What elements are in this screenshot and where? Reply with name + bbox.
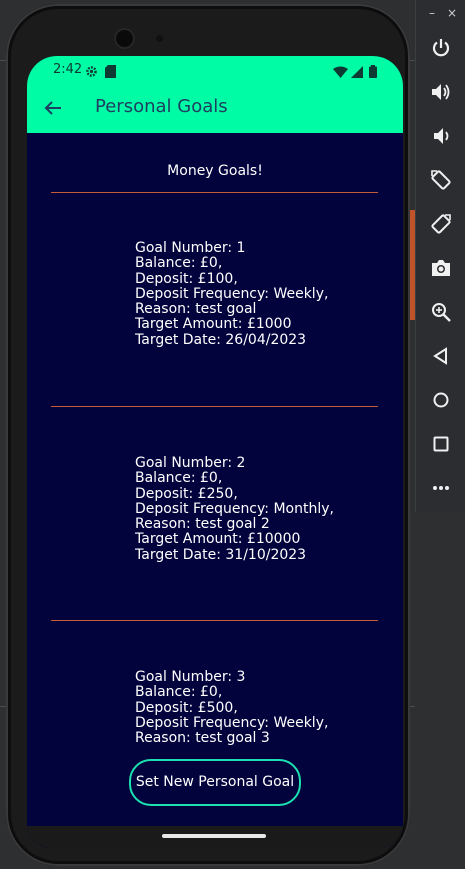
back-icon[interactable] xyxy=(430,345,452,367)
settings-gear-icon xyxy=(85,63,98,82)
gesture-nav-bar xyxy=(27,826,403,848)
goal-reason: Reason: test goal 2 xyxy=(135,516,270,533)
overview-icon[interactable] xyxy=(430,433,452,455)
phone-screen: 2:42 Personal Goals Money Goals! Goal Nu… xyxy=(27,56,403,848)
goal-reason: Reason: test goal 3 xyxy=(135,730,270,747)
goals-list[interactable]: Money Goals! Goal Number: 1 Balance: £0,… xyxy=(27,133,403,848)
volume-up-icon[interactable] xyxy=(430,81,452,103)
rotate-left-icon[interactable] xyxy=(430,169,452,191)
status-bar: 2:42 xyxy=(27,56,403,84)
goal-number: Goal Number: 3 xyxy=(135,669,246,685)
page-title: Personal Goals xyxy=(95,96,228,117)
divider xyxy=(51,406,378,407)
goal-deposit: Deposit: £500, xyxy=(135,699,238,716)
emulator-controls: – × xyxy=(415,0,465,512)
goal-deposit: Deposit: £100, xyxy=(135,270,238,287)
rotate-right-icon[interactable] xyxy=(430,213,452,235)
emulator-window: 2:42 Personal Goals Money Goals! Goal Nu… xyxy=(0,0,465,869)
goal-target-date: Target Date: 31/10/2023 xyxy=(135,546,307,563)
set-new-goal-button[interactable]: Set New Personal Goal xyxy=(129,759,301,806)
goal-frequency: Deposit Frequency: Weekly, xyxy=(135,714,329,731)
goal-card: Goal Number: 3 Balance: £0, Deposit: £50… xyxy=(135,669,329,747)
zoom-icon[interactable] xyxy=(430,301,452,323)
wifi-icon xyxy=(333,63,348,82)
sd-card-icon xyxy=(105,63,116,82)
goal-target-date: Target Date: 26/04/2023 xyxy=(135,331,307,348)
panel-window-controls: – × xyxy=(416,6,465,22)
home-icon[interactable] xyxy=(430,389,452,411)
back-arrow-icon[interactable] xyxy=(41,96,65,120)
divider xyxy=(51,620,378,621)
goal-reason: Reason: test goal xyxy=(135,301,257,318)
goal-balance: Balance: £0, xyxy=(135,470,223,487)
goal-card: Goal Number: 2 Balance: £0, Deposit: £25… xyxy=(135,455,334,563)
goal-balance: Balance: £0, xyxy=(135,255,223,272)
goal-deposit: Deposit: £250, xyxy=(135,485,238,502)
section-title: Money Goals! xyxy=(167,163,263,179)
goal-number: Goal Number: 2 xyxy=(135,455,246,471)
goal-balance: Balance: £0, xyxy=(135,684,223,701)
front-camera xyxy=(116,30,133,47)
cell-signal-icon xyxy=(351,63,363,82)
goal-target-amount: Target Amount: £10000 xyxy=(135,531,301,548)
home-gesture-pill[interactable] xyxy=(162,834,266,838)
minimize-button[interactable]: – xyxy=(429,6,435,20)
phone-frame: 2:42 Personal Goals Money Goals! Goal Nu… xyxy=(6,4,410,866)
volume-down-icon[interactable] xyxy=(430,125,452,147)
battery-icon xyxy=(369,63,377,82)
goal-number: Goal Number: 1 xyxy=(135,240,246,256)
status-time: 2:42 xyxy=(53,62,83,77)
goal-frequency: Deposit Frequency: Monthly, xyxy=(135,500,334,517)
close-button[interactable]: × xyxy=(447,6,457,20)
divider xyxy=(51,192,378,193)
app-toolbar: Personal Goals xyxy=(27,84,403,133)
more-icon[interactable] xyxy=(430,477,452,499)
goal-card: Goal Number: 1 Balance: £0, Deposit: £10… xyxy=(135,240,329,348)
goal-frequency: Deposit Frequency: Weekly, xyxy=(135,285,329,302)
power-icon[interactable] xyxy=(430,37,452,59)
goal-target-amount: Target Amount: £1000 xyxy=(135,316,292,333)
camera-icon[interactable] xyxy=(430,257,452,279)
proximity-sensor xyxy=(156,35,163,42)
